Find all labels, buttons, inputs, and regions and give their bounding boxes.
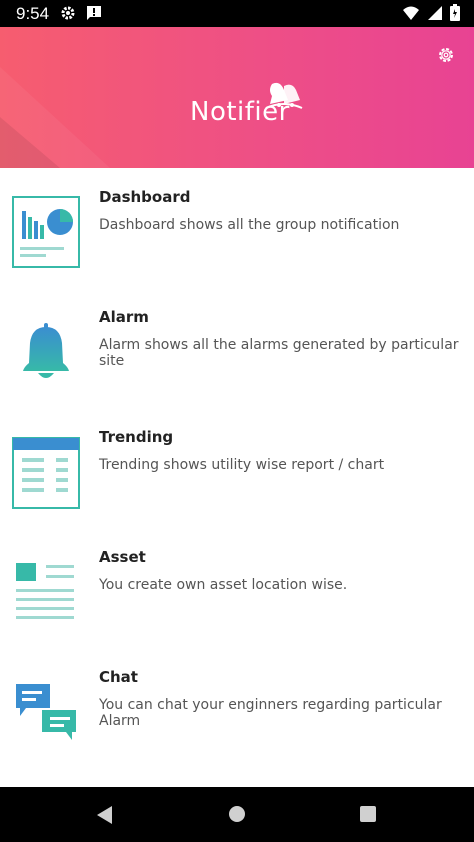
wifi-icon <box>402 5 420 26</box>
feature-description: You can chat your enginners regarding pa… <box>99 697 442 729</box>
feature-title: Asset <box>99 548 146 566</box>
chat-icon <box>10 680 82 749</box>
feature-title: Trending <box>99 428 174 446</box>
feature-description: You create own asset location wise. <box>99 577 348 593</box>
list-item-chat[interactable]: Chat You can chat your enginners regardi… <box>0 648 474 768</box>
recents-icon[interactable] <box>359 805 377 828</box>
feature-description: Dashboard shows all the group notificati… <box>99 217 400 233</box>
feature-description: Alarm shows all the alarms generated by … <box>99 337 459 369</box>
feature-title: Alarm <box>99 308 149 326</box>
list-item-alarm[interactable]: Alarm Alarm shows all the alarms generat… <box>0 288 474 408</box>
back-icon[interactable] <box>95 805 115 830</box>
table-icon <box>10 436 82 515</box>
settings-gear-icon[interactable] <box>436 45 456 65</box>
bells-icon <box>264 78 304 117</box>
status-time: 9:54 <box>16 4 50 23</box>
status-bar: 9:54 <box>0 0 474 27</box>
feature-title: Dashboard <box>99 188 191 206</box>
signal-icon <box>428 5 442 26</box>
feature-title: Chat <box>99 668 138 686</box>
dashboard-icon <box>10 195 82 274</box>
navigation-bar <box>0 787 474 842</box>
home-icon[interactable] <box>228 805 246 828</box>
document-icon <box>10 561 82 630</box>
gear-icon <box>60 5 76 26</box>
message-icon <box>86 5 102 26</box>
battery-icon <box>450 4 460 26</box>
app-header: Notifier <box>0 27 474 168</box>
list-item-dashboard[interactable]: Dashboard Dashboard shows all the group … <box>0 168 474 288</box>
feature-description: Trending shows utility wise report / cha… <box>99 457 385 473</box>
bell-icon <box>10 321 82 388</box>
list-item-trending[interactable]: Trending Trending shows utility wise rep… <box>0 408 474 528</box>
list-item-asset[interactable]: Asset You create own asset location wise… <box>0 528 474 648</box>
